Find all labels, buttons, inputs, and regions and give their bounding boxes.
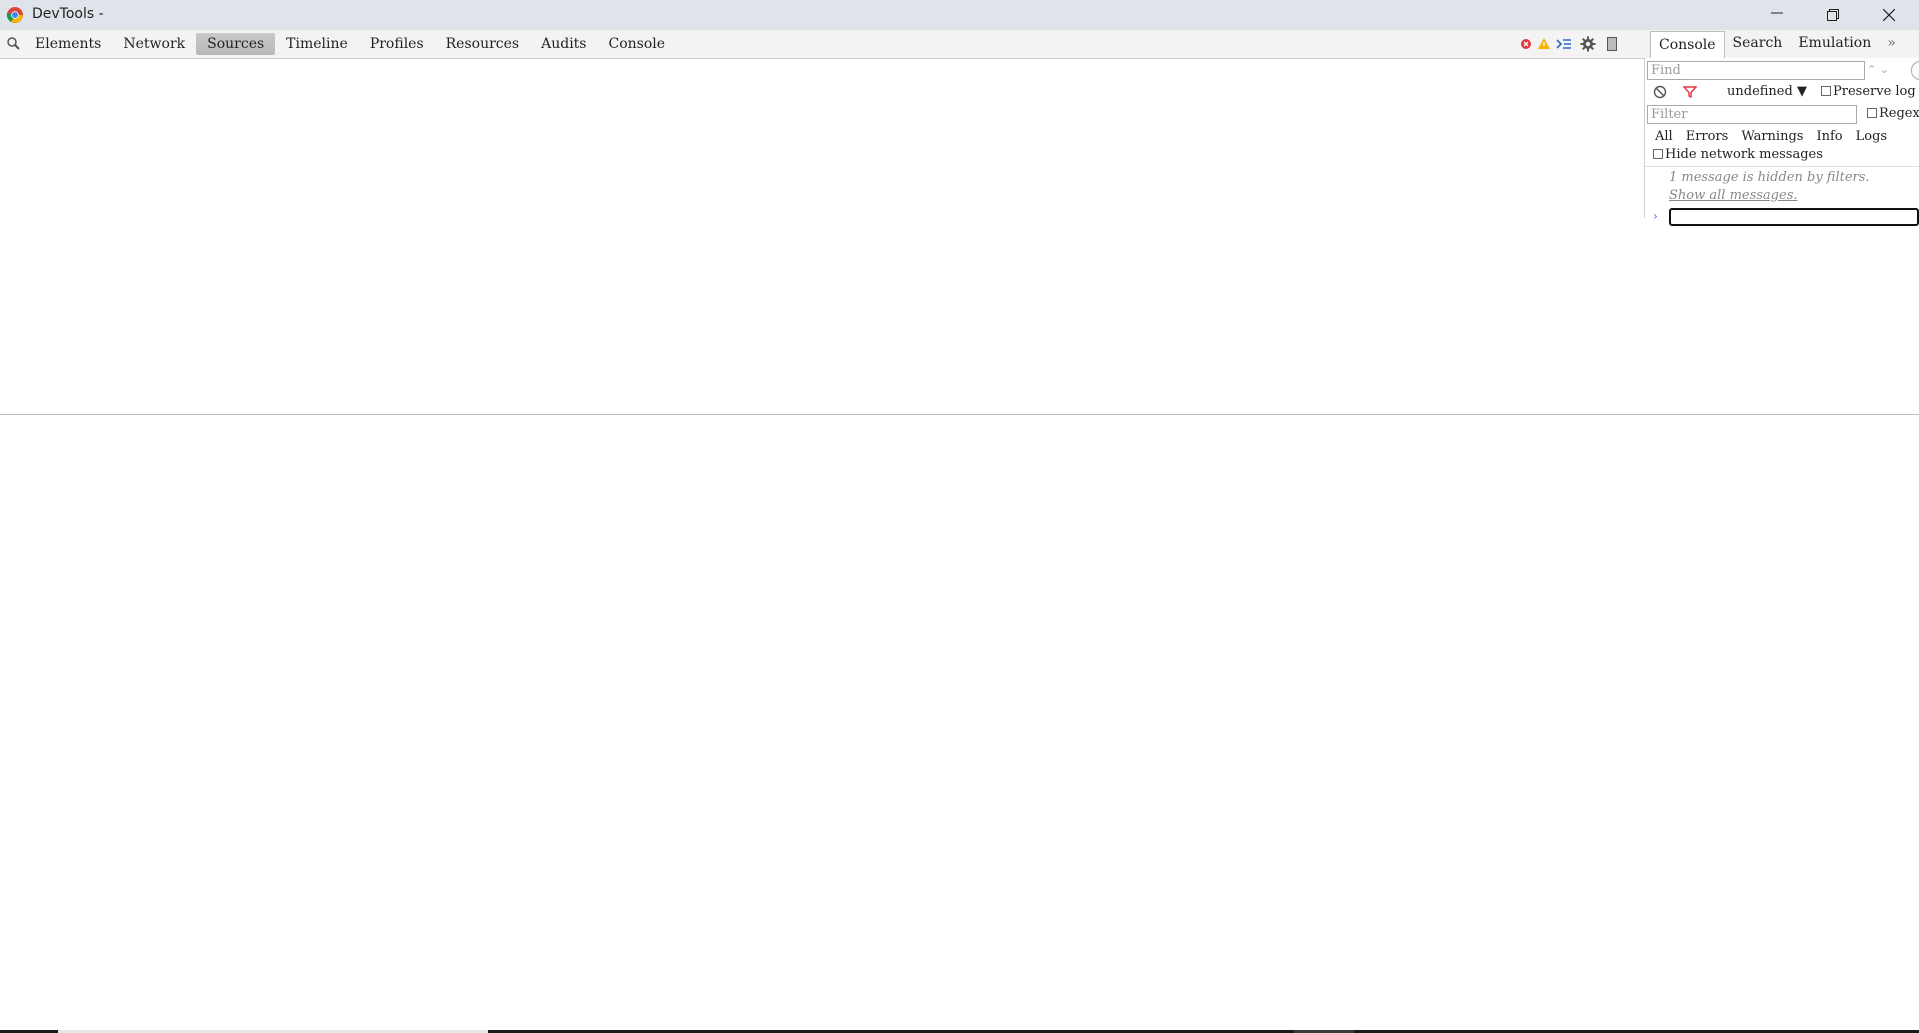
console-divider	[1645, 166, 1919, 167]
preserve-log-box[interactable]	[1821, 86, 1831, 96]
regex-box[interactable]	[1867, 108, 1877, 118]
tab-profiles[interactable]: Profiles	[359, 33, 435, 55]
console-panel: ⌃ ⌄ undefined ▼ Preserve log Regex All E…	[1644, 58, 1919, 226]
level-errors[interactable]: Errors	[1686, 128, 1729, 146]
filter-input[interactable]	[1647, 105, 1857, 124]
preserve-log-checkbox[interactable]: Preserve log	[1821, 83, 1916, 101]
tab-audits[interactable]: Audits	[530, 33, 597, 55]
window-title: DevTools -	[32, 6, 104, 22]
drawer-tab-search[interactable]: Search	[1725, 30, 1791, 56]
hide-network-label: Hide network messages	[1665, 147, 1823, 162]
restore-button[interactable]	[1810, 0, 1856, 30]
search-icon[interactable]	[6, 36, 22, 52]
hide-network-box[interactable]	[1653, 149, 1663, 159]
level-all[interactable]: All	[1655, 128, 1673, 146]
level-info[interactable]: Info	[1816, 128, 1842, 146]
hide-network-checkbox[interactable]: Hide network messages	[1653, 146, 1823, 164]
level-warnings[interactable]: Warnings	[1741, 128, 1803, 146]
console-toolbar: undefined ▼ Preserve log	[1651, 83, 1919, 101]
level-logs[interactable]: Logs	[1856, 128, 1887, 146]
drawer-tab-emulation[interactable]: Emulation	[1790, 30, 1879, 56]
tab-network[interactable]: Network	[112, 33, 196, 55]
tab-console[interactable]: Console	[598, 33, 677, 55]
regex-label: Regex	[1879, 106, 1919, 121]
tab-sources[interactable]: Sources	[196, 33, 276, 55]
tab-elements[interactable]: Elements	[24, 33, 112, 55]
message-level-filters: All Errors Warnings Info Logs	[1655, 128, 1900, 146]
chrome-logo-icon	[6, 6, 24, 24]
devtools-toolbar: Elements Network Sources Timeline Profil…	[0, 30, 1919, 59]
drawer-tab-console[interactable]: Console	[1650, 31, 1725, 58]
find-prev-next-icon[interactable]: ⌃ ⌄	[1867, 63, 1889, 76]
show-console-drawer-icon[interactable]	[1556, 36, 1572, 52]
settings-gear-icon[interactable]	[1580, 36, 1596, 52]
panel-split-divider[interactable]	[0, 414, 1919, 415]
dock-side-icon[interactable]	[1604, 36, 1620, 52]
execution-context-select[interactable]: undefined ▼	[1727, 83, 1807, 101]
drawer-more-tabs-icon[interactable]: »	[1879, 30, 1904, 56]
clear-console-icon[interactable]	[1653, 85, 1667, 99]
hidden-messages-notice: 1 message is hidden by filters.	[1669, 170, 1870, 185]
prompt-chevron-icon: ›	[1653, 209, 1658, 223]
regex-checkbox[interactable]: Regex	[1867, 105, 1919, 123]
drawer-tabs: Console Search Emulation »	[1650, 30, 1904, 58]
close-button[interactable]	[1866, 0, 1912, 30]
preserve-log-label: Preserve log	[1833, 84, 1916, 99]
panel-tabs: Elements Network Sources Timeline Profil…	[24, 30, 676, 58]
find-cancel-button[interactable]	[1911, 61, 1919, 80]
error-count-icon[interactable]	[1518, 36, 1534, 52]
show-all-messages-link[interactable]: Show all messages.	[1669, 188, 1798, 203]
tab-resources[interactable]: Resources	[435, 33, 530, 55]
title-bar: DevTools -	[0, 0, 1919, 30]
find-input[interactable]	[1647, 61, 1865, 80]
tab-timeline[interactable]: Timeline	[275, 33, 359, 55]
console-prompt-input[interactable]	[1669, 208, 1919, 226]
warning-count-icon[interactable]	[1536, 36, 1552, 52]
filter-icon[interactable]	[1682, 85, 1698, 99]
minimize-button[interactable]	[1754, 0, 1800, 30]
